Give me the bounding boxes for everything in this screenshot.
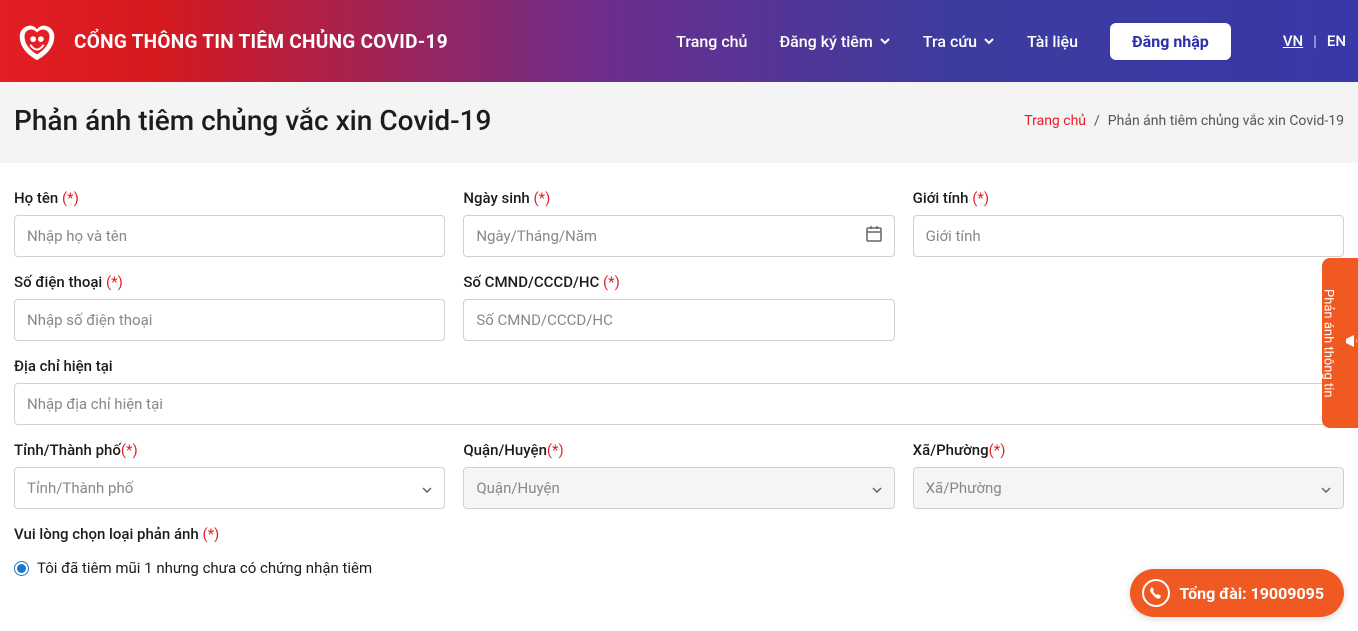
label-province: Tỉnh/Thành phố(*) [14,441,445,459]
dob-input[interactable] [463,215,894,257]
province-select[interactable]: Tỉnh/Thành phố [14,467,445,509]
field-ward: Xã/Phường(*) Xã/Phường [913,441,1344,509]
titlebar: Phản ánh tiêm chủng vắc xin Covid-19 Tra… [0,82,1358,163]
lang-en[interactable]: EN [1327,32,1346,50]
main-nav: Trang chủ Đăng ký tiêm Tra cứu Tài liệu … [676,23,1346,60]
nav-register[interactable]: Đăng ký tiêm [779,32,890,51]
label-address: Địa chỉ hiện tại [14,357,1344,375]
breadcrumb: Trang chủ / Phản ánh tiêm chủng vắc xin … [1024,113,1344,129]
heart-shield-icon [14,18,60,64]
lang-sep: | [1313,32,1317,50]
field-idnum: Số CMND/CCCD/HC (*) [463,273,894,341]
fullname-input[interactable] [14,215,445,257]
caret-down-icon [1321,479,1331,497]
language-switch: VN | EN [1283,32,1346,50]
lang-vn[interactable]: VN [1283,32,1303,50]
field-address: Địa chỉ hiện tại [14,357,1344,425]
hotline-text: Tổng đài: 19009095 [1180,584,1324,603]
hotline-button[interactable]: Tổng đài: 19009095 [1130,569,1344,617]
label-reflect-type: Vui lòng chọn loại phản ánh (*) [14,525,1344,543]
field-province: Tỉnh/Thành phố(*) Tỉnh/Thành phố [14,441,445,509]
label-ward: Xã/Phường(*) [913,441,1344,459]
address-input[interactable] [14,383,1344,425]
field-dob: Ngày sinh (*) [463,189,894,257]
radio-opt1-label[interactable]: Tôi đã tiêm mũi 1 nhưng chưa có chứng nh… [37,559,372,577]
field-phone: Số điện thoại (*) [14,273,445,341]
district-select[interactable]: Quận/Huyện [463,467,894,509]
header: CỔNG THÔNG TIN TIÊM CHỦNG COVID-19 Trang… [0,0,1358,82]
label-gender: Giới tính (*) [913,189,1344,207]
label-idnum: Số CMND/CCCD/HC (*) [463,273,894,291]
field-reflect-type: Vui lòng chọn loại phản ánh (*) Tôi đã t… [14,525,1344,577]
logo-wrap: CỔNG THÔNG TIN TIÊM CHỦNG COVID-19 [14,18,448,64]
nav-home[interactable]: Trang chủ [676,32,747,51]
chevron-down-icon [983,35,995,47]
breadcrumb-home[interactable]: Trang chủ [1024,113,1086,129]
phone-icon [1142,579,1170,607]
feedback-side-tab[interactable]: Phản ánh thông tin [1322,258,1358,428]
gender-input[interactable] [913,215,1344,257]
idnum-input[interactable] [463,299,894,341]
field-gender: Giới tính (*) [913,189,1344,257]
radio-opt1-input[interactable] [14,561,29,576]
page-title: Phản ánh tiêm chủng vắc xin Covid-19 [14,104,491,137]
login-button[interactable]: Đăng nhập [1110,23,1231,60]
nav-lookup[interactable]: Tra cứu [923,32,995,51]
logo [14,18,60,64]
brand-title: CỔNG THÔNG TIN TIÊM CHỦNG COVID-19 [74,30,448,53]
caret-down-icon [422,479,432,497]
caret-down-icon [872,479,882,497]
label-phone: Số điện thoại (*) [14,273,445,291]
label-fullname: Họ tên (*) [14,189,445,207]
megaphone-icon [1344,333,1358,353]
nav-docs[interactable]: Tài liệu [1027,32,1078,51]
form: Họ tên (*) Ngày sinh (*) Giới tính (*) S… [0,163,1358,577]
ward-select[interactable]: Xã/Phường [913,467,1344,509]
field-district: Quận/Huyện(*) Quận/Huyện [463,441,894,509]
label-district: Quận/Huyện(*) [463,441,894,459]
field-fullname: Họ tên (*) [14,189,445,257]
spacer [913,273,1344,341]
breadcrumb-current: Phản ánh tiêm chủng vắc xin Covid-19 [1108,113,1344,129]
chevron-down-icon [879,35,891,47]
label-dob: Ngày sinh (*) [463,189,894,207]
breadcrumb-sep: / [1094,113,1100,129]
phone-input[interactable] [14,299,445,341]
